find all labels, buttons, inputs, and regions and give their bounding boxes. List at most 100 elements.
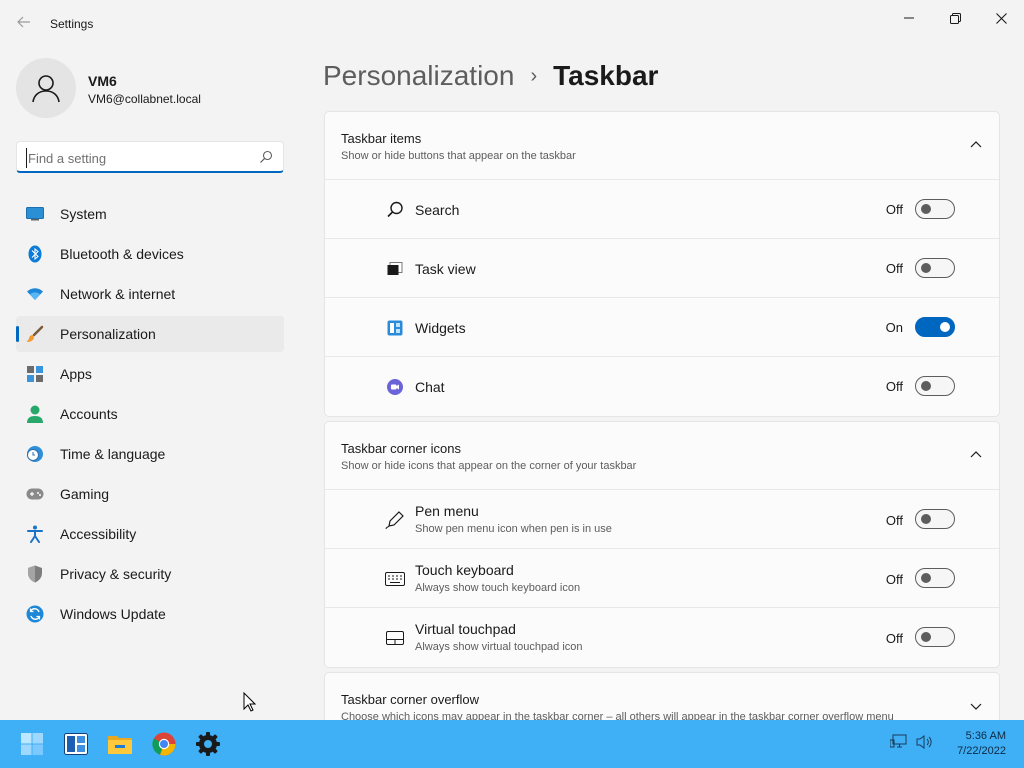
taskbar-file-explorer[interactable]: [103, 728, 137, 760]
touch-keyboard-toggle[interactable]: [915, 568, 955, 588]
restore-icon: [949, 12, 961, 24]
taskbar-items-header[interactable]: Taskbar items Show or hide buttons that …: [325, 112, 999, 180]
taskbar-items-section: Taskbar items Show or hide buttons that …: [324, 111, 1000, 417]
setting-description: Always show virtual touchpad icon: [415, 641, 583, 653]
sidebar-item-bluetooth[interactable]: Bluetooth & devices: [16, 236, 284, 272]
task-view-icon: [385, 259, 405, 279]
gamepad-icon: [26, 485, 44, 503]
chevron-down-icon[interactable]: [969, 701, 983, 711]
taskbar: 5:36 AM 7/22/2022: [0, 720, 1024, 768]
title-bar: Settings: [0, 0, 1024, 48]
section-subtitle: Show or hide buttons that appear on the …: [341, 150, 576, 162]
sidebar-item-label: Accounts: [60, 406, 118, 422]
section-subtitle: Choose which icons may appear in the tas…: [341, 711, 894, 720]
user-profile[interactable]: VM6 VM6@collabnet.local: [16, 58, 286, 118]
chevron-up-icon[interactable]: [969, 140, 983, 150]
brush-icon: [26, 325, 44, 343]
sidebar-item-accessibility[interactable]: Accessibility: [16, 516, 284, 552]
sidebar-item-system[interactable]: System: [16, 196, 284, 232]
chrome-icon: [152, 732, 176, 756]
toggle-state: Off: [885, 379, 903, 394]
toggle-knob: [921, 263, 931, 273]
breadcrumb-separator: ›: [530, 64, 538, 87]
taskbar-corner-icons-header[interactable]: Taskbar corner icons Show or hide icons …: [325, 422, 999, 490]
sidebar-item-label: Personalization: [60, 326, 156, 342]
setting-row-touch-keyboard: Touch keyboard Always show touch keyboar…: [325, 549, 999, 608]
sidebar-item-network[interactable]: Network & internet: [16, 276, 284, 312]
toggle-knob: [921, 204, 931, 214]
setting-label: Chat: [415, 379, 445, 395]
search-toggle[interactable]: [915, 199, 955, 219]
setting-row-chat: Chat Off: [325, 357, 999, 416]
clock-date: 7/22/2022: [957, 745, 1006, 757]
chat-toggle[interactable]: [915, 376, 955, 396]
sidebar-item-time-language[interactable]: Time & language: [16, 436, 284, 472]
monitor-icon: [26, 205, 44, 223]
minimize-button[interactable]: [886, 4, 932, 32]
search-icon[interactable]: [259, 150, 273, 164]
sidebar-item-label: Apps: [60, 366, 92, 382]
setting-label: Pen menu: [415, 503, 479, 519]
search-input[interactable]: [26, 148, 251, 168]
sidebar-item-accounts[interactable]: Accounts: [16, 396, 284, 432]
widgets-toggle[interactable]: [915, 317, 955, 337]
setting-label: Widgets: [415, 320, 466, 336]
back-arrow-icon: [17, 16, 30, 28]
shield-icon: [26, 565, 44, 583]
system-tray: [890, 734, 934, 750]
toggle-knob: [940, 322, 950, 332]
taskbar-settings[interactable]: [191, 728, 225, 760]
virtual-touchpad-toggle[interactable]: [915, 627, 955, 647]
task-view-toggle[interactable]: [915, 258, 955, 278]
setting-row-virtual-touchpad: Virtual touchpad Always show virtual tou…: [325, 608, 999, 667]
volume-icon[interactable]: [916, 734, 934, 750]
taskbar-widgets-button[interactable]: [59, 728, 93, 760]
search-icon: [385, 200, 405, 220]
setting-label: Touch keyboard: [415, 562, 514, 578]
toggle-state: Off: [885, 631, 903, 646]
close-button[interactable]: [978, 4, 1024, 32]
sidebar-item-label: System: [60, 206, 107, 222]
close-icon: [995, 12, 1007, 24]
setting-row-task-view: Task view Off: [325, 239, 999, 298]
network-icon[interactable]: [890, 734, 908, 750]
back-button[interactable]: [10, 12, 38, 36]
minimize-icon: [904, 17, 914, 19]
sidebar-item-windows-update[interactable]: Windows Update: [16, 596, 284, 632]
section-title: Taskbar corner overflow: [341, 692, 479, 707]
sidebar-item-label: Windows Update: [60, 606, 166, 622]
sidebar-item-gaming[interactable]: Gaming: [16, 476, 284, 512]
sidebar-nav: System Bluetooth & devices Network & int…: [16, 196, 284, 636]
page-title: Taskbar: [553, 60, 659, 91]
update-icon: [26, 605, 44, 623]
sidebar-item-personalization[interactable]: Personalization: [16, 316, 284, 352]
taskbar-clock[interactable]: 5:36 AM 7/22/2022: [957, 729, 1006, 759]
sidebar-item-apps[interactable]: Apps: [16, 356, 284, 392]
toggle-state: Off: [885, 572, 903, 587]
chevron-up-icon[interactable]: [969, 450, 983, 460]
setting-row-widgets: Widgets On: [325, 298, 999, 357]
breadcrumb: Personalization › Taskbar: [323, 56, 658, 96]
sidebar-item-privacy[interactable]: Privacy & security: [16, 556, 284, 592]
breadcrumb-parent[interactable]: Personalization: [323, 60, 514, 92]
taskbar-corner-overflow-section: Taskbar corner overflow Choose which ico…: [324, 672, 1000, 720]
start-button[interactable]: [15, 728, 49, 760]
restore-button[interactable]: [932, 4, 978, 32]
pen-menu-toggle[interactable]: [915, 509, 955, 529]
touchpad-icon: [385, 628, 405, 648]
taskbar-chrome[interactable]: [147, 728, 181, 760]
taskbar-corner-overflow-header[interactable]: Taskbar corner overflow Choose which ico…: [325, 673, 999, 720]
section-subtitle: Show or hide icons that appear on the co…: [341, 460, 637, 472]
clock-globe-icon: [26, 445, 44, 463]
toggle-knob: [921, 573, 931, 583]
sidebar-item-label: Privacy & security: [60, 566, 172, 582]
setting-description: Always show touch keyboard icon: [415, 582, 581, 594]
keyboard-icon: [385, 569, 405, 589]
search-box[interactable]: [16, 141, 284, 173]
setting-label: Task view: [415, 261, 476, 277]
sidebar-item-label: Time & language: [60, 446, 166, 462]
accessibility-icon: [26, 525, 44, 543]
app-title: Settings: [50, 17, 94, 31]
toggle-state: Off: [885, 202, 903, 217]
sidebar-item-label: Bluetooth & devices: [60, 246, 184, 262]
